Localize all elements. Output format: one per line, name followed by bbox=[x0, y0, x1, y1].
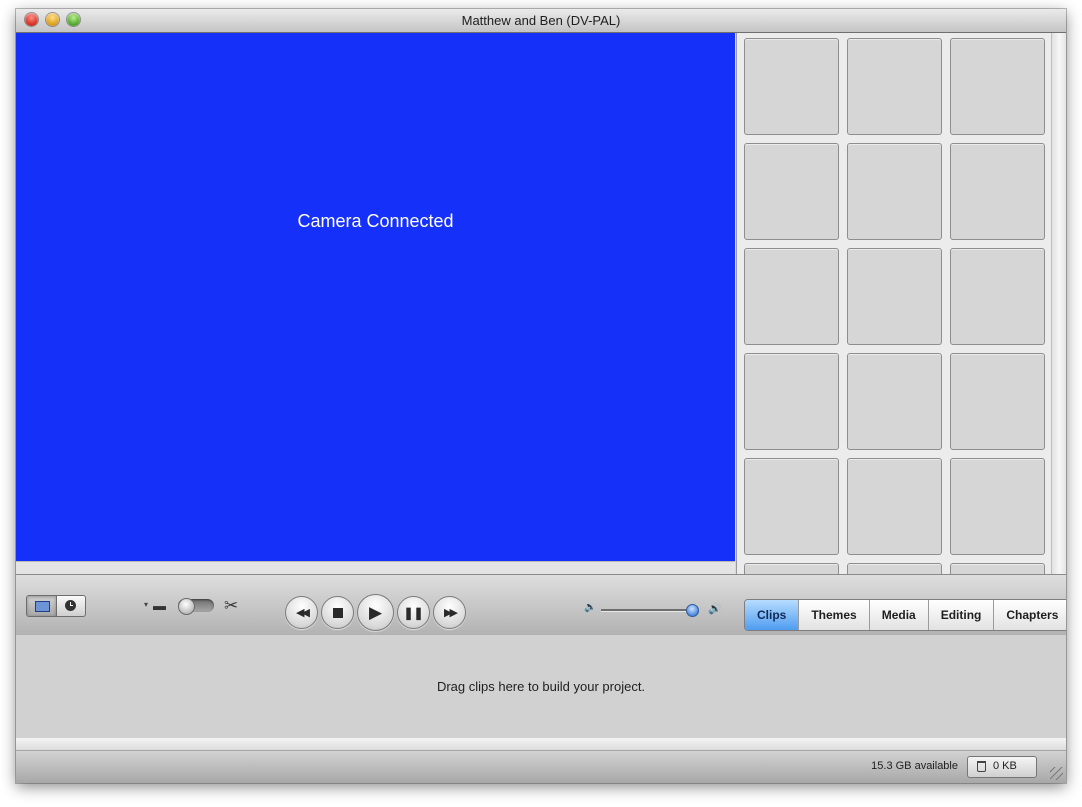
pause-icon: ❚❚ bbox=[403, 605, 424, 620]
clip-slot[interactable] bbox=[744, 143, 839, 240]
clip-viewer-strip bbox=[16, 738, 1066, 751]
trash-icon bbox=[977, 761, 986, 772]
fast-forward-button[interactable]: ▶▶ bbox=[433, 596, 466, 629]
clip-slot[interactable] bbox=[847, 353, 942, 450]
rewind-button[interactable]: ◀◀ bbox=[285, 596, 318, 629]
rewind-icon: ◀◀ bbox=[296, 607, 310, 619]
clip-viewer-dropzone[interactable]: Drag clips here to build your project. bbox=[16, 635, 1066, 738]
clip-slot[interactable] bbox=[847, 38, 942, 135]
clip-slot[interactable] bbox=[950, 248, 1045, 345]
clip-pane bbox=[736, 33, 1052, 574]
clip-pane-scrollbar[interactable] bbox=[1051, 33, 1066, 574]
camera-icon: ▬ bbox=[153, 598, 166, 613]
stop-icon bbox=[332, 607, 343, 618]
clip-viewer-icon bbox=[35, 601, 50, 612]
stop-button[interactable] bbox=[321, 596, 354, 629]
camera-status-message: Camera Connected bbox=[297, 211, 454, 231]
pane-tabs: Clips Themes Media Editing Chapters bbox=[744, 599, 1066, 631]
trash-size-label: 0 KB bbox=[993, 760, 1017, 772]
clip-slot[interactable] bbox=[950, 458, 1045, 555]
mode-switch-knob[interactable] bbox=[178, 598, 195, 615]
video-viewer: Camera Connected bbox=[16, 33, 735, 561]
toolbar: ▾ ▬ ✂ ◀◀ ▶ ❚❚ ▶▶ 🔈 🔊 Clips Themes Media … bbox=[16, 574, 1066, 636]
clip-slot[interactable] bbox=[744, 248, 839, 345]
window-title: Matthew and Ben (DV-PAL) bbox=[461, 13, 621, 28]
timeline-viewer-icon bbox=[65, 600, 76, 611]
tab-editing[interactable]: Editing bbox=[929, 600, 995, 630]
viewer-scrubber-area[interactable] bbox=[16, 561, 735, 574]
tab-themes[interactable]: Themes bbox=[799, 600, 870, 630]
tab-clips[interactable]: Clips bbox=[745, 600, 800, 630]
volume-slider-track[interactable] bbox=[601, 609, 697, 611]
speaker-high-icon: 🔊 bbox=[708, 603, 722, 615]
play-button[interactable]: ▶ bbox=[357, 594, 394, 631]
play-icon: ▶ bbox=[368, 602, 383, 622]
fast-forward-icon: ▶▶ bbox=[444, 607, 458, 619]
scissors-icon: ✂ bbox=[224, 596, 239, 615]
clip-slot[interactable] bbox=[847, 143, 942, 240]
clip-slot[interactable] bbox=[950, 353, 1045, 450]
title-bar[interactable]: Matthew and Ben (DV-PAL) bbox=[16, 9, 1066, 33]
disk-space-label: 15.3 GB available bbox=[871, 760, 958, 772]
clip-slot[interactable] bbox=[847, 563, 942, 574]
tab-chapters[interactable]: Chapters bbox=[994, 600, 1066, 630]
clip-slot[interactable] bbox=[950, 563, 1045, 574]
clip-slot[interactable] bbox=[950, 38, 1045, 135]
clip-slot[interactable] bbox=[744, 458, 839, 555]
status-bar: 15.3 GB available 0 KB bbox=[16, 751, 1066, 783]
clip-viewer-button[interactable] bbox=[27, 596, 57, 616]
clip-slot[interactable] bbox=[744, 563, 839, 574]
volume-slider-knob[interactable] bbox=[686, 604, 700, 617]
clip-slot[interactable] bbox=[744, 353, 839, 450]
clip-slot[interactable] bbox=[950, 143, 1045, 240]
volume-control: 🔈 🔊 bbox=[584, 602, 726, 618]
speaker-low-icon: 🔈 bbox=[584, 602, 597, 613]
chevron-down-icon[interactable]: ▾ bbox=[144, 600, 148, 609]
tab-media[interactable]: Media bbox=[870, 600, 929, 630]
trash-button[interactable]: 0 KB bbox=[967, 756, 1037, 778]
imovie-window: Matthew and Ben (DV-PAL) Camera Connecte… bbox=[16, 9, 1066, 783]
clip-slot[interactable] bbox=[847, 458, 942, 555]
resize-grip-icon[interactable] bbox=[1050, 767, 1063, 780]
view-toggle bbox=[26, 595, 86, 617]
clip-slot[interactable] bbox=[744, 38, 839, 135]
camera-edit-mode-switch[interactable]: ▾ ▬ ✂ bbox=[144, 596, 244, 617]
dropzone-message: Drag clips here to build your project. bbox=[436, 679, 646, 694]
clip-slot[interactable] bbox=[847, 248, 942, 345]
timeline-viewer-button[interactable] bbox=[57, 596, 85, 616]
pause-button[interactable]: ❚❚ bbox=[397, 596, 430, 629]
